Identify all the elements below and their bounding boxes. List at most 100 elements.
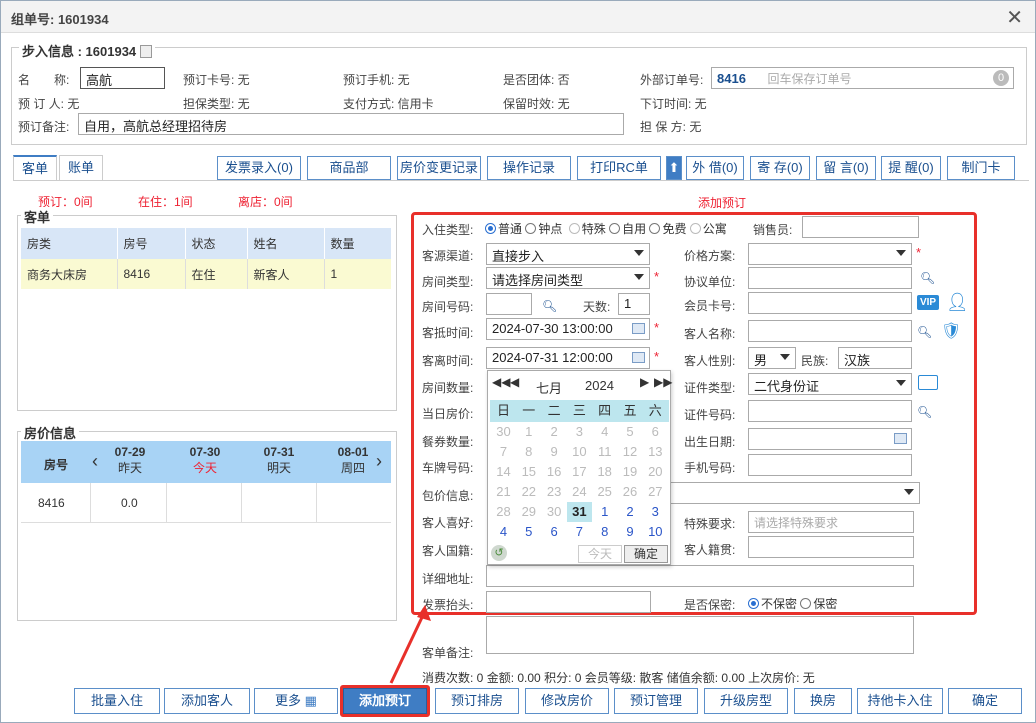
calendar-icon[interactable] [894, 433, 907, 444]
make-door-card-button[interactable]: 制门卡 [947, 156, 1015, 180]
calendar-ok-button[interactable]: 确定 [624, 545, 668, 563]
calendar-day[interactable]: 10 [643, 522, 668, 542]
ethnic-input[interactable]: 汉族 [838, 347, 912, 369]
confirm-button[interactable]: 确定 [948, 688, 1022, 714]
calendar-day[interactable]: 25 [592, 482, 617, 502]
invoice-title-input[interactable] [486, 591, 651, 613]
close-icon[interactable]: ✕ [1006, 5, 1023, 30]
birthday-input[interactable] [748, 428, 912, 450]
add-guest-button[interactable]: 添加客人 [164, 688, 250, 714]
calendar-day[interactable]: 14 [491, 462, 516, 482]
calendar-day[interactable]: 19 [618, 462, 643, 482]
invoice-entry-button[interactable]: 发票录入(0) [217, 156, 301, 180]
calendar-day[interactable]: 9 [618, 522, 643, 542]
change-price-button[interactable]: 修改房价 [525, 688, 609, 714]
clear-date-icon[interactable]: ↺ [491, 545, 507, 561]
operation-log-button[interactable]: 操作记录 [487, 156, 571, 180]
radio-secret[interactable]: 保密 [800, 597, 837, 611]
calendar-today-button[interactable]: 今天 [578, 545, 622, 563]
id-reader-icon[interactable] [918, 375, 938, 390]
calendar-icon[interactable] [632, 323, 645, 334]
arrive-time-input[interactable]: 2024-07-30 13:00:00 [486, 318, 650, 340]
guest-remark-input[interactable] [486, 616, 914, 654]
calendar-day[interactable]: 6 [643, 422, 668, 442]
external-order-input[interactable]: 8416 回车保存订单号 0 [711, 67, 1014, 89]
booking-remark-input[interactable]: 自用，高航总经理招待房 [78, 113, 624, 135]
batch-checkin-button[interactable]: 批量入住 [74, 688, 160, 714]
goods-dept-button[interactable]: 商品部 [307, 156, 391, 180]
gender-select[interactable]: 男 [748, 347, 796, 369]
calendar-day[interactable]: 13 [643, 442, 668, 462]
sales-input[interactable] [802, 216, 919, 238]
native-place-input[interactable] [748, 536, 914, 558]
radio-special[interactable]: 特殊 [568, 222, 606, 236]
calendar-day[interactable]: 2 [542, 422, 567, 442]
more-button[interactable]: 更多 ▦ [254, 688, 338, 714]
calendar-day[interactable]: 23 [542, 482, 567, 502]
search-icon[interactable]: 🔍︎ [920, 271, 935, 285]
calendar-day[interactable]: 6 [542, 522, 567, 542]
calendar-day[interactable]: 30 [542, 502, 567, 522]
upgrade-room-button[interactable]: 升级房型 [704, 688, 788, 714]
tab-guest-order[interactable]: 客单 [13, 155, 58, 181]
calendar-day[interactable]: 24 [567, 482, 592, 502]
print-rc-button[interactable]: 打印RC单 [577, 156, 661, 180]
radio-hourly[interactable]: 钟点 [525, 222, 562, 236]
calendar-day[interactable]: 4 [491, 522, 516, 542]
depart-time-input[interactable]: 2024-07-31 12:00:00 [486, 347, 650, 369]
other-card-checkin-button[interactable]: 持他卡入住 [857, 688, 943, 714]
agreement-input[interactable] [748, 267, 912, 289]
calendar-day[interactable]: 11 [592, 442, 617, 462]
price-change-log-button[interactable]: 房价变更记录 [397, 156, 481, 180]
id-no-input[interactable] [748, 400, 912, 422]
name-input[interactable]: 高航 [80, 67, 165, 89]
calendar-day[interactable]: 29 [516, 502, 541, 522]
prev-day-icon[interactable]: ‹ [92, 451, 98, 472]
calendar-day[interactable]: 30 [491, 422, 516, 442]
calendar-icon[interactable] [632, 352, 645, 363]
calendar-day[interactable]: 1 [592, 502, 617, 522]
calendar-day[interactable]: 3 [643, 502, 668, 522]
deposit-button[interactable]: 寄 存(0) [750, 156, 810, 180]
radio-apartment[interactable]: 公寓 [689, 222, 727, 236]
special-request-input[interactable]: 请选择特殊要求 [748, 511, 914, 533]
phone-input[interactable] [748, 454, 912, 476]
radio-normal[interactable]: 普通 [485, 222, 522, 236]
search-icon[interactable]: 🔍︎ [542, 299, 557, 313]
calendar-day[interactable]: 31 [566, 502, 592, 522]
price-plan-select[interactable] [748, 243, 912, 265]
search-icon[interactable]: 🔍︎ [917, 325, 932, 339]
calendar-day[interactable]: 1 [516, 422, 541, 442]
add-member-icon[interactable]: 👤︎ [946, 292, 969, 313]
calendar-day[interactable]: 15 [516, 462, 541, 482]
calendar-day[interactable]: 18 [592, 462, 617, 482]
calendar-day[interactable]: 3 [567, 422, 592, 442]
radio-not-secret[interactable]: 不保密 [748, 597, 797, 611]
radio-free[interactable]: 免费 [649, 222, 686, 236]
calendar-day[interactable]: 4 [592, 422, 617, 442]
calendar-day[interactable]: 7 [567, 522, 592, 542]
calendar-day[interactable]: 2 [618, 502, 643, 522]
radio-self-use[interactable]: 自用 [609, 222, 646, 236]
room-no-input[interactable] [486, 293, 532, 315]
member-card-input[interactable] [748, 292, 912, 314]
calendar-day[interactable]: 26 [618, 482, 643, 502]
calendar-day[interactable]: 7 [491, 442, 516, 462]
reminder-button[interactable]: 提 醒(0) [881, 156, 941, 180]
booking-manage-button[interactable]: 预订管理 [614, 688, 698, 714]
calendar-day[interactable]: 12 [618, 442, 643, 462]
days-input[interactable]: 1 [618, 293, 650, 315]
calendar-day[interactable]: 10 [567, 442, 592, 462]
booking-assign-room-button[interactable]: 预订排房 [435, 688, 519, 714]
calendar-day[interactable]: 17 [567, 462, 592, 482]
package-select[interactable] [671, 482, 920, 504]
search-icon[interactable]: 🔍︎ [917, 405, 932, 419]
message-button[interactable]: 留 言(0) [816, 156, 876, 180]
calendar-day[interactable]: 8 [516, 442, 541, 462]
shield-icon[interactable]: 🛡︎ [941, 321, 961, 341]
tab-bill[interactable]: 账单 [59, 155, 104, 181]
copy-icon[interactable] [139, 45, 152, 58]
calendar-day[interactable]: 22 [516, 482, 541, 502]
vip-icon[interactable]: VIP [917, 295, 939, 310]
calendar-day[interactable]: 5 [516, 522, 541, 542]
